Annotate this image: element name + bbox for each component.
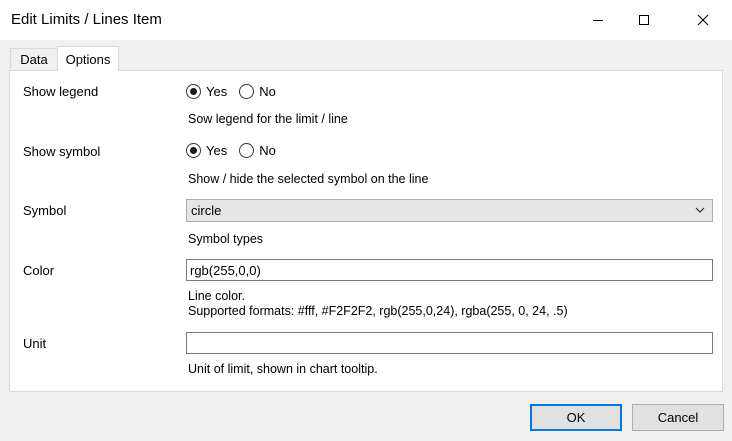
minimize-icon bbox=[593, 20, 603, 21]
ok-button[interactable]: OK bbox=[530, 404, 622, 431]
unit-help: Unit of limit, shown in chart tooltip. bbox=[188, 362, 378, 376]
tab-options[interactable]: Options bbox=[57, 46, 119, 71]
window-title: Edit Limits / Lines Item bbox=[11, 11, 162, 28]
color-label: Color bbox=[23, 263, 55, 278]
show-symbol-yes-label[interactable]: Yes bbox=[206, 143, 227, 158]
show-symbol-no-radio[interactable] bbox=[239, 143, 255, 158]
symbol-label: Symbol bbox=[23, 203, 67, 218]
show-symbol-no-label[interactable]: No bbox=[259, 143, 276, 158]
close-button[interactable] bbox=[680, 0, 726, 40]
title-bar: Edit Limits / Lines Item bbox=[0, 0, 732, 40]
symbol-help: Symbol types bbox=[188, 232, 264, 246]
color-help-line2: Supported formats: #fff, #F2F2F2, rgb(25… bbox=[188, 304, 568, 318]
show-legend-label: Show legend bbox=[23, 84, 99, 99]
show-legend-help: Sow legend for the limit / line bbox=[188, 112, 348, 126]
show-symbol-radio-group: Yes No bbox=[186, 143, 288, 158]
show-legend-radio-group: Yes No bbox=[186, 84, 288, 99]
close-icon bbox=[697, 14, 709, 26]
unit-input[interactable] bbox=[186, 332, 713, 354]
show-legend-yes-radio[interactable] bbox=[186, 84, 201, 99]
unit-label: Unit bbox=[23, 336, 47, 351]
show-symbol-help: Show / hide the selected symbol on the l… bbox=[188, 172, 429, 186]
tab-data[interactable]: Data bbox=[10, 48, 58, 69]
show-legend-yes-label[interactable]: Yes bbox=[206, 84, 227, 99]
chevron-down-icon bbox=[695, 207, 705, 213]
symbol-select[interactable]: circle bbox=[186, 199, 713, 222]
show-symbol-label: Show symbol bbox=[23, 144, 101, 159]
symbol-select-value: circle bbox=[191, 203, 222, 218]
color-help-line1: Line color. bbox=[188, 289, 245, 303]
maximize-button[interactable] bbox=[621, 0, 667, 40]
cancel-button[interactable]: Cancel bbox=[632, 404, 724, 431]
show-symbol-yes-radio[interactable] bbox=[186, 143, 201, 158]
show-legend-no-radio[interactable] bbox=[239, 84, 255, 99]
minimize-button[interactable] bbox=[575, 0, 621, 40]
show-legend-no-label[interactable]: No bbox=[259, 84, 276, 99]
color-input[interactable] bbox=[186, 259, 713, 281]
maximize-icon bbox=[639, 15, 649, 25]
